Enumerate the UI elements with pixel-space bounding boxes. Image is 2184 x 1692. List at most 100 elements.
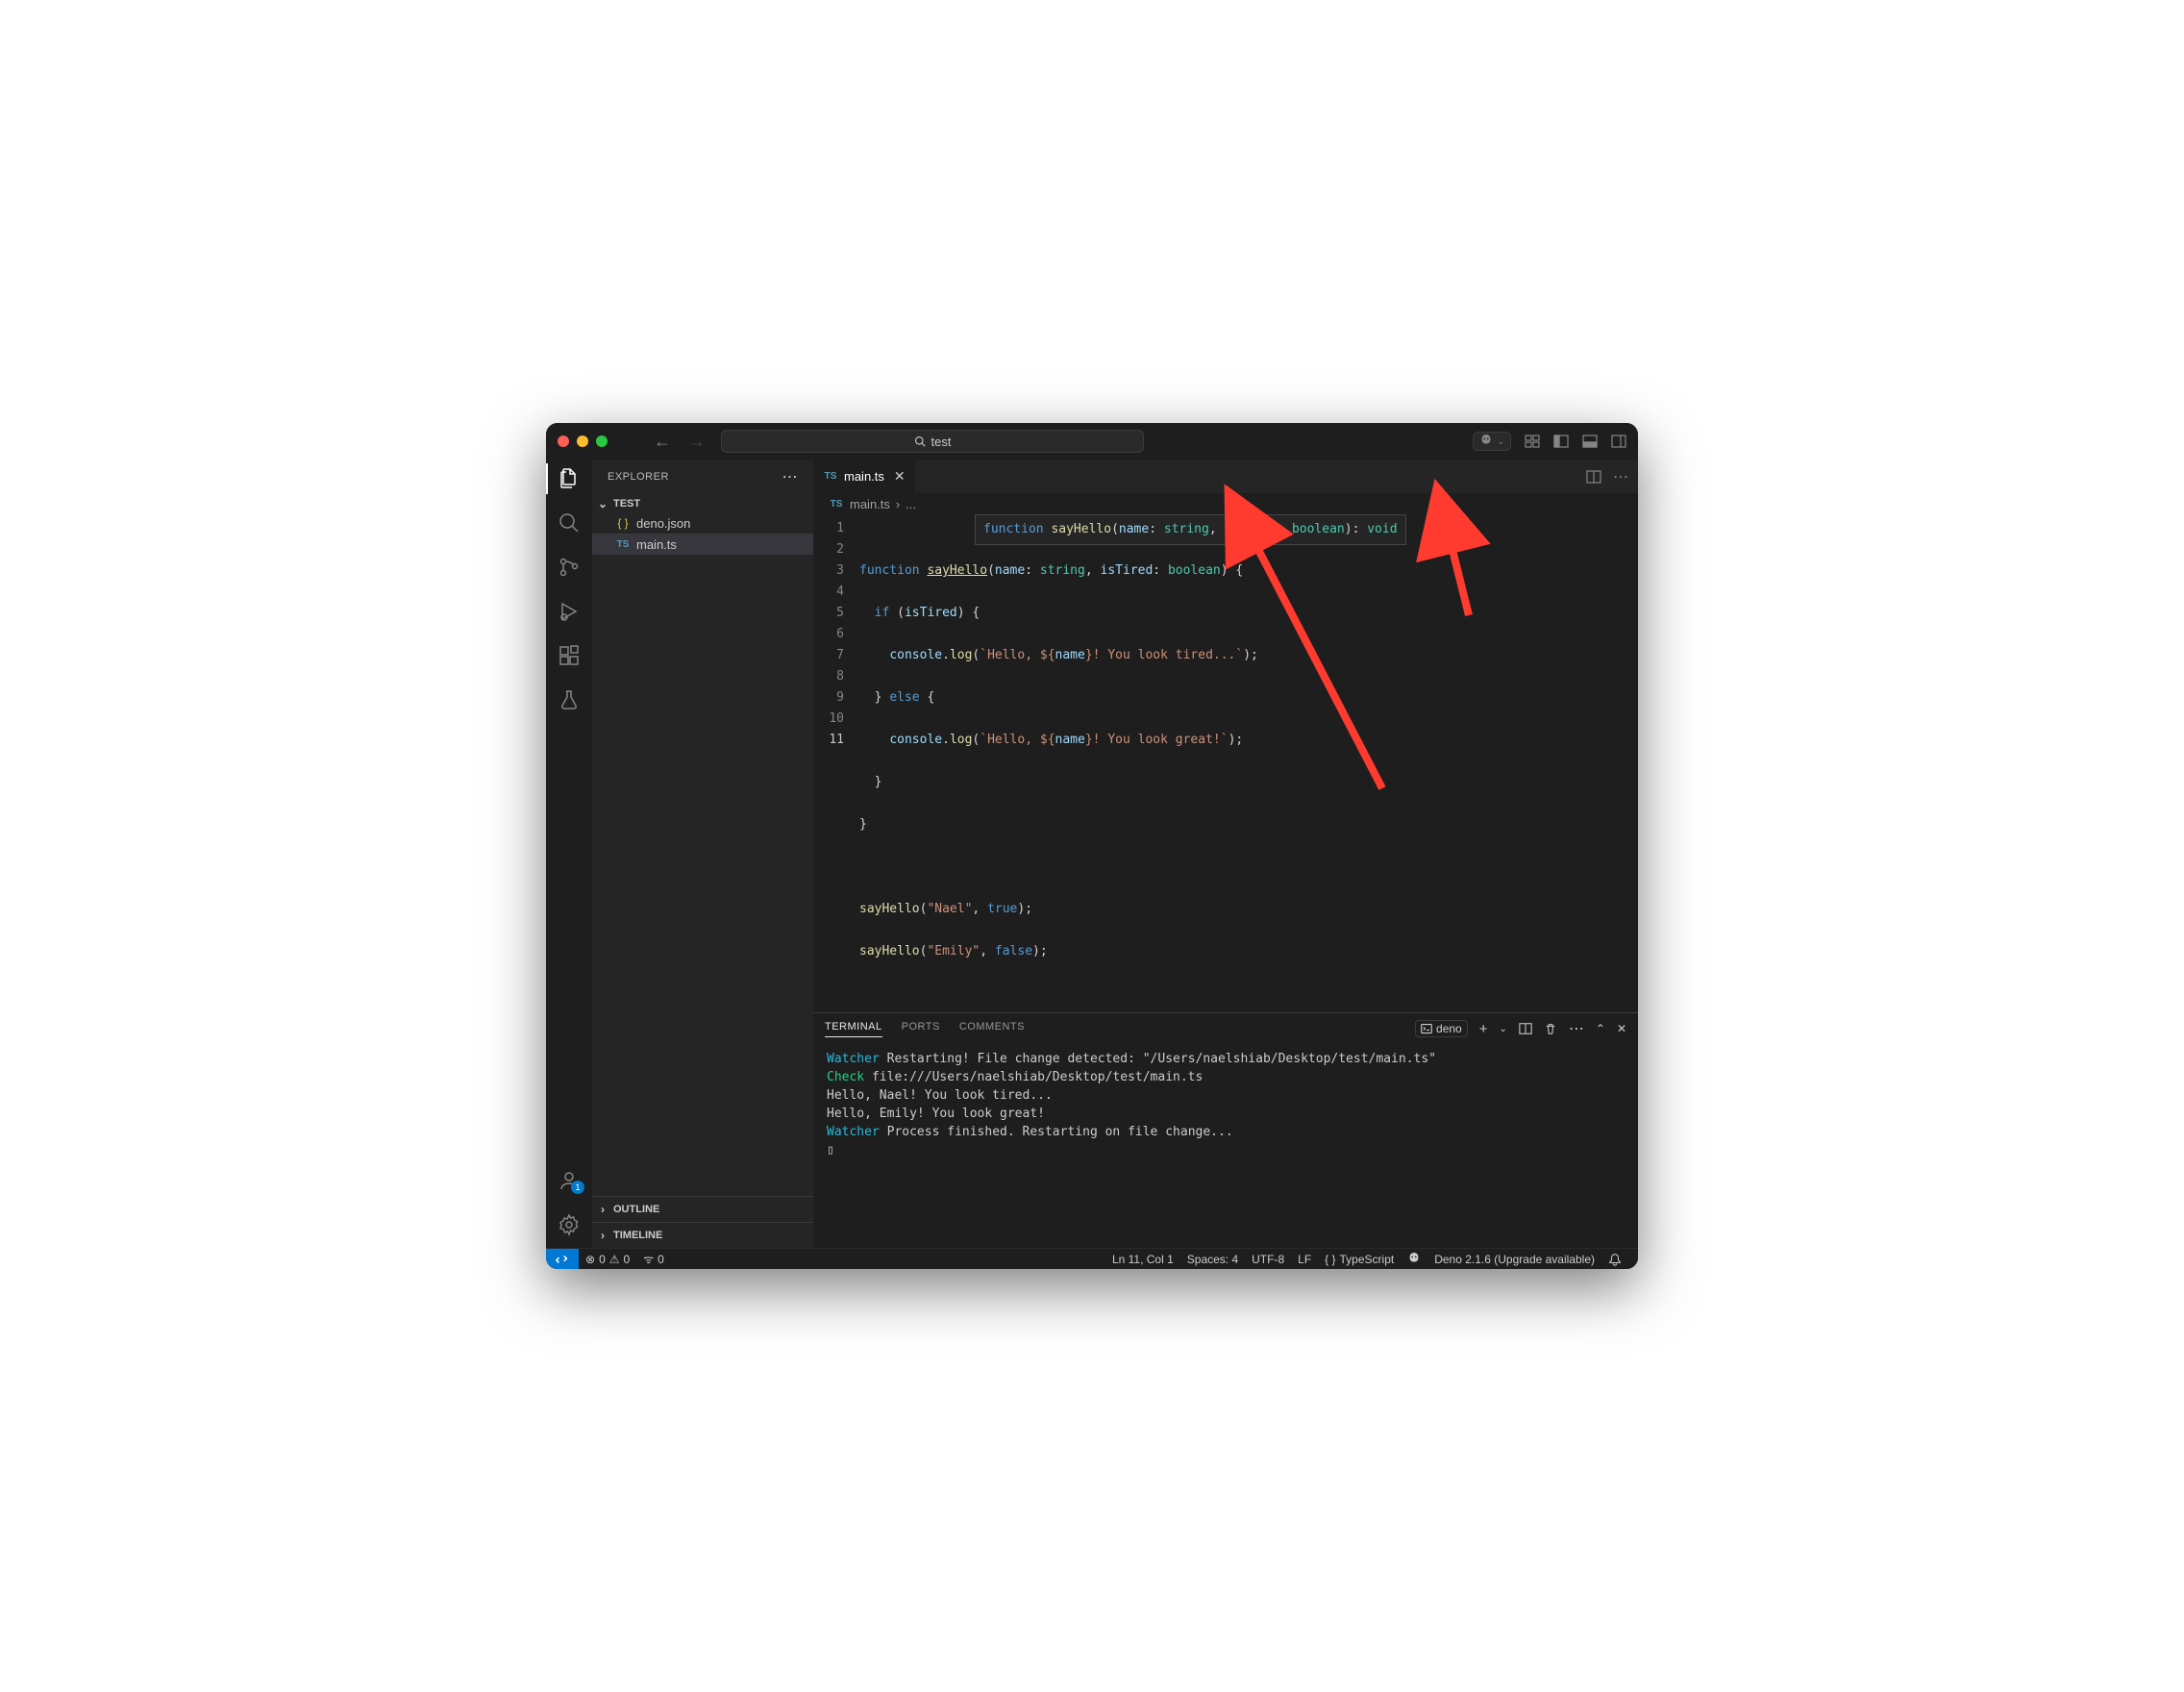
panel-close-button[interactable]: ✕ (1617, 1022, 1626, 1035)
kill-terminal-icon[interactable] (1544, 1022, 1557, 1035)
tab-main-ts[interactable]: TS main.ts ✕ (813, 460, 916, 493)
search-view-button[interactable] (558, 511, 581, 535)
status-encoding[interactable]: UTF-8 (1245, 1253, 1291, 1266)
status-notifications[interactable] (1601, 1253, 1628, 1266)
hover-tooltip: function sayHello(name: string, isTired:… (975, 514, 1406, 545)
toggle-secondary-sidebar-icon[interactable] (1611, 434, 1626, 449)
timeline-label: TIMELINE (613, 1230, 662, 1241)
breadcrumb-file: main.ts (850, 497, 890, 511)
status-indentation[interactable]: Spaces: 4 (1180, 1253, 1245, 1266)
folder-section: ⌄ TEST { } deno.json TS main.ts (592, 493, 813, 557)
minimap[interactable] (1561, 514, 1638, 1012)
code-line-1: function sayHello(name: string, isTired:… (859, 560, 1561, 582)
explorer-view-button[interactable] (558, 467, 581, 490)
split-editor-icon[interactable] (1586, 469, 1601, 485)
code-line-7: } (859, 814, 1561, 835)
terminal-panel: TERMINAL PORTS COMMENTS deno + ⌄ (813, 1012, 1638, 1248)
sidebar-more-button[interactable]: ⋯ (782, 467, 799, 486)
antenna-icon: ᯤ (643, 1251, 654, 1267)
sidebar-bottom: › OUTLINE › TIMELINE (592, 1196, 813, 1248)
activity-bottom: 1 (558, 1169, 581, 1236)
terminal-line: Hello, Emily! You look great! (827, 1105, 1625, 1123)
panel-maximize-button[interactable]: ⌃ (1596, 1022, 1605, 1035)
nav-back-button[interactable]: ← (654, 432, 671, 452)
toggle-sidebar-icon[interactable] (1553, 434, 1569, 449)
activity-bar: 1 (546, 460, 592, 1248)
breadcrumb-separator: › (896, 497, 900, 511)
warning-icon: ⚠ (609, 1253, 620, 1266)
files-icon (558, 467, 581, 490)
terminal-line: Check file:///Users/naelshiab/Desktop/te… (827, 1068, 1625, 1086)
panel-tab-comments[interactable]: COMMENTS (959, 1021, 1025, 1036)
status-deno-version[interactable]: Deno 2.1.6 (Upgrade available) (1427, 1253, 1601, 1266)
ts-file-icon: TS (829, 499, 844, 510)
toggle-panel-icon[interactable] (1582, 434, 1598, 449)
nav-forward-button[interactable]: → (688, 432, 706, 452)
status-problems[interactable]: ⊗0 ⚠0 (579, 1253, 636, 1266)
testing-view-button[interactable] (558, 688, 581, 711)
layout-customize-icon[interactable] (1525, 434, 1540, 449)
accounts-badge: 1 (571, 1181, 584, 1194)
file-item-deno-json[interactable]: { } deno.json (592, 512, 813, 534)
terminal-dropdown-button[interactable]: ⌄ (1499, 1024, 1506, 1034)
terminal-profile-selector[interactable]: deno (1415, 1020, 1468, 1037)
split-terminal-icon[interactable] (1519, 1022, 1532, 1035)
status-copilot[interactable] (1401, 1253, 1427, 1266)
code-line-2: if (isTired) { (859, 603, 1561, 624)
editor-more-button[interactable]: ⋯ (1613, 467, 1628, 486)
editor-actions: ⋯ (1576, 460, 1638, 493)
status-right: Ln 11, Col 1 Spaces: 4 UTF-8 LF { }TypeS… (1105, 1253, 1628, 1266)
minimize-window-button[interactable] (577, 435, 588, 447)
extensions-view-button[interactable] (558, 644, 581, 667)
gear-icon (558, 1213, 581, 1236)
sidebar-title: EXPLORER (608, 471, 669, 483)
panel-tab-ports[interactable]: PORTS (902, 1021, 940, 1036)
accounts-button[interactable]: 1 (558, 1169, 581, 1192)
folder-name: TEST (613, 498, 640, 510)
outline-section[interactable]: › OUTLINE (592, 1196, 813, 1222)
terminal-name: deno (1436, 1022, 1462, 1035)
code-line-6: } (859, 772, 1561, 793)
new-terminal-button[interactable]: + (1479, 1021, 1488, 1037)
bell-icon (1608, 1253, 1622, 1266)
copilot-icon (1479, 435, 1493, 448)
editor-split: 1 2 3 4 5 6 7 8 9 10 11 function sayHell… (813, 514, 1638, 1248)
main-area: 1 EXPLORER ⋯ ⌄ TEST { } deno.json (546, 460, 1638, 1248)
editor-area: TS main.ts ✕ ⋯ TS main.ts › ... 1 (813, 460, 1638, 1248)
command-center-search[interactable]: test (721, 430, 1144, 453)
code-editor[interactable]: 1 2 3 4 5 6 7 8 9 10 11 function sayHell… (813, 514, 1638, 1012)
status-cursor-position[interactable]: Ln 11, Col 1 (1105, 1253, 1180, 1266)
settings-button[interactable] (558, 1213, 581, 1236)
tab-label: main.ts (844, 469, 884, 484)
braces-icon: { } (1325, 1253, 1335, 1266)
timeline-section[interactable]: › TIMELINE (592, 1222, 813, 1248)
code-line-5: console.log(`Hello, ${name}! You look gr… (859, 730, 1561, 751)
folder-header[interactable]: ⌄ TEST (592, 495, 813, 512)
explorer-sidebar: EXPLORER ⋯ ⌄ TEST { } deno.json TS main.… (592, 460, 813, 1248)
error-icon: ⊗ (585, 1253, 595, 1266)
terminal-output[interactable]: Watcher Restarting! File change detected… (813, 1044, 1638, 1248)
status-eol[interactable]: LF (1291, 1253, 1318, 1266)
chevron-right-icon: › (596, 1203, 609, 1216)
close-window-button[interactable] (558, 435, 569, 447)
panel-tab-terminal[interactable]: TERMINAL (825, 1021, 882, 1037)
search-icon (914, 435, 926, 447)
file-item-main-ts[interactable]: TS main.ts (592, 534, 813, 555)
code-line-11 (859, 983, 1561, 1005)
code-content[interactable]: function sayHello(name: string, isTired:… (859, 514, 1561, 1012)
remote-button[interactable] (546, 1249, 579, 1269)
breadcrumb[interactable]: TS main.ts › ... (813, 493, 1638, 514)
source-control-view-button[interactable] (558, 556, 581, 579)
run-debug-view-button[interactable] (558, 600, 581, 623)
line-numbers: 1 2 3 4 5 6 7 8 9 10 11 (813, 514, 859, 1012)
tab-close-button[interactable]: ✕ (894, 468, 906, 485)
copilot-button[interactable]: ⌄ (1473, 432, 1511, 451)
ts-file-icon: TS (615, 539, 631, 550)
terminal-line: Watcher Process finished. Restarting on … (827, 1123, 1625, 1141)
status-ports[interactable]: ᯤ0 (636, 1251, 671, 1267)
status-language[interactable]: { }TypeScript (1318, 1253, 1401, 1266)
panel-more-button[interactable]: ⋯ (1569, 1019, 1584, 1038)
search-text: test (931, 435, 952, 449)
maximize-window-button[interactable] (596, 435, 608, 447)
code-line-8 (859, 857, 1561, 878)
